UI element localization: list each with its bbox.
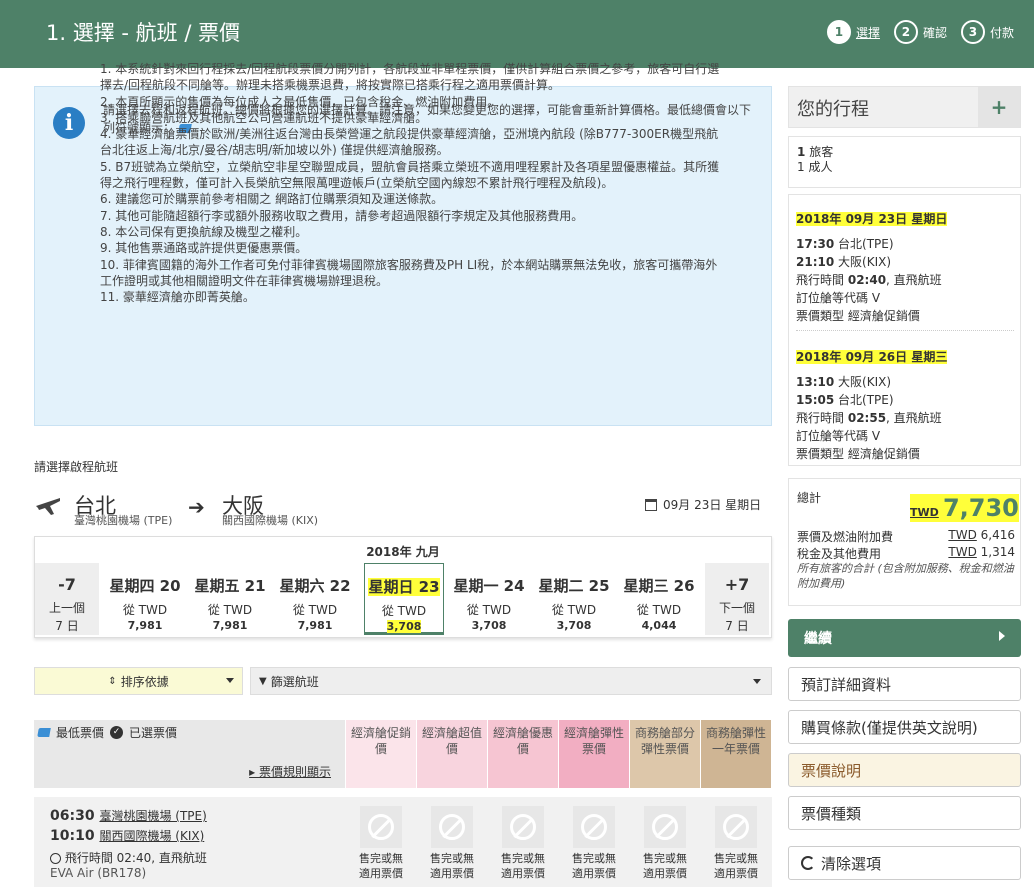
- lowest-price-tag-icon: [37, 728, 51, 737]
- unavailable-icon: [723, 814, 749, 840]
- page-title: 1. 選擇 - 航班 / 票價: [46, 21, 241, 45]
- itinerary-title: 您的行程: [797, 99, 869, 120]
- info-item[interactable]: 6. 建議您可於購票前參考相關之 網路訂位購票須知及運送條款。: [100, 191, 720, 207]
- fare-column-header: 商務艙彈性一年票價: [701, 720, 771, 788]
- date-option[interactable]: 星期二 25 從 TWD 3,708: [534, 563, 614, 635]
- step-payment: 3 付款: [960, 20, 1014, 44]
- fare-column-header: 經濟艙促銷價: [346, 720, 416, 788]
- plane-icon: [36, 498, 60, 515]
- selected-date: 09月 23日 星期日: [645, 496, 761, 513]
- unavailable-icon: [652, 814, 678, 840]
- expand-button[interactable]: +: [978, 87, 1020, 127]
- flight-duration: 飛行時間 02:40, 直飛航班: [50, 849, 207, 866]
- segment-outbound: 2018年 09月 23日 星期日 17:30 台北(TPE) 21:10 大阪…: [796, 212, 948, 323]
- step-confirm: 2 確認: [893, 20, 947, 44]
- date-option-selected[interactable]: 星期日 23 從 TWD 3,708: [364, 563, 444, 635]
- refresh-icon: [801, 856, 815, 870]
- info-item: 2. 本頁所顯示的售價為每位成人之最低售價，已包含稅金、燃油附加費用。: [100, 94, 500, 109]
- info-item: 3. 搭乘聯營航班及其他航空公司營運航班不提供豪華經濟艙。: [100, 110, 428, 125]
- date-option[interactable]: 星期四 20 從 TWD 7,981: [105, 563, 185, 635]
- info-item: 1. 本系統針對來回行程採去/回程航段票價分開列計，各航段並非單程票價，僅供計算…: [100, 62, 720, 93]
- fare-column-header: 經濟艙超值價: [417, 720, 487, 788]
- info-icon: i: [53, 107, 85, 139]
- segment-date: 2018年 09月 23日 星期日: [796, 212, 948, 226]
- filter-icon: ▼: [259, 675, 267, 687]
- fare-cell-soldout: 售完或無 適用票價: [352, 806, 410, 887]
- chevron-right-icon: [999, 631, 1005, 641]
- tax-line: 稅金及其他費用 TWD 1,314: [797, 545, 1015, 561]
- check-icon: ✓: [110, 726, 124, 739]
- sort-icon: ⇕: [108, 675, 117, 687]
- passenger-summary: 1 旅客 1 成人: [788, 136, 1021, 188]
- arrival: 10:10 關西國際機場 (KIX): [50, 828, 205, 844]
- fare-legend: 最低票價 ✓ 已選票價: [37, 724, 177, 741]
- fare-rules-link[interactable]: ▸ 票價規則顯示: [249, 763, 331, 780]
- header-bar: 1. 選擇 - 航班 / 票價 1 選擇 2 確認 3 付款: [0, 0, 1034, 68]
- origin-airport: 臺灣桃園機場 (TPE): [74, 514, 173, 527]
- booking-details-link[interactable]: 預訂詳細資料: [788, 667, 1021, 701]
- segment-date: 2018年 09月 26日 星期三: [796, 350, 948, 364]
- date-option[interactable]: 星期一 24 從 TWD 3,708: [449, 563, 529, 635]
- outbound-prompt: 請選擇啟程航班: [34, 460, 119, 474]
- clock-icon: [50, 853, 61, 864]
- fare-cell-soldout: 售完或無 適用票價: [707, 806, 765, 887]
- total-label: 總計: [797, 491, 822, 505]
- fare-types-link[interactable]: 票價種類: [788, 796, 1021, 830]
- info-item: 9. 其他售票通路或許提供更優惠票價。: [100, 241, 308, 256]
- fare-explanation-link[interactable]: 票價說明: [788, 753, 1021, 787]
- info-list: 1. 本系統針對來回行程採去/回程航段票價分開列計，各航段並非單程票價，僅供計算…: [100, 61, 720, 305]
- total-note: 所有旅客的合計 (包含附加服務、稅金和燃油附加費用): [797, 562, 1014, 590]
- sort-dropdown[interactable]: ⇕ 排序依據: [34, 667, 243, 695]
- unavailable-icon: [439, 814, 465, 840]
- calendar-icon: [645, 498, 657, 511]
- segment-return: 2018年 09月 26日 星期三 13:10 大阪(KIX) 15:05 台北…: [796, 350, 948, 461]
- fare-legend-panel: 最低票價 ✓ 已選票價 ▸ 票價規則顯示: [34, 720, 345, 788]
- plus-icon: +: [990, 95, 1008, 119]
- info-item: 11. 豪華經濟艙亦即菁英艙。: [100, 290, 255, 305]
- info-item: 10. 菲律賓國籍的海外工作者可免付菲律賓機場國際旅客服務費及PH LI稅，於本…: [100, 257, 718, 288]
- info-item: 4. 豪華經濟艙票價於歐洲/美洲往返台灣由長榮營運之航段提供豪華經濟艙，亞洲境內…: [100, 127, 719, 158]
- info-item: 5. B7班號為立榮航空，立榮航空非星空聯盟成員，盟航會員搭乘立榮班不適用哩程累…: [100, 159, 720, 191]
- chevron-down-icon: [226, 678, 234, 683]
- info-item[interactable]: 7. 其他可能隨超額行李或額外服務收取之費用，請參考超過限額行李規定及其他服務費…: [100, 208, 720, 224]
- next-week-button[interactable]: +7 下一個 7 日: [705, 563, 769, 635]
- purchase-terms-link[interactable]: 購買條款(僅提供英文說明): [788, 710, 1021, 744]
- departure: 06:30 臺灣桃園機場 (TPE): [50, 808, 207, 824]
- info-item: 8. 本公司保有更換航線及機型之權利。: [100, 224, 308, 239]
- fare-column-header: 經濟艙彈性票價: [559, 720, 629, 788]
- unavailable-icon: [581, 814, 607, 840]
- unavailable-icon: [510, 814, 536, 840]
- fare-cell-soldout: 售完或無 適用票價: [565, 806, 623, 887]
- prev-week-button[interactable]: -7 上一個 7 日: [35, 563, 99, 635]
- fare-fuel-line: 票價及燃油附加費 TWD 6,416: [797, 528, 1015, 544]
- segment-divider: [796, 330, 1014, 331]
- date-option[interactable]: 星期三 26 從 TWD 4,044: [619, 563, 699, 635]
- fare-cell-soldout: 售完或無 適用票價: [494, 806, 552, 887]
- clear-selection-button[interactable]: 清除選項: [788, 846, 1021, 880]
- fare-column-header: 經濟艙優惠價: [488, 720, 558, 788]
- date-option[interactable]: 星期六 22 從 TWD 7,981: [275, 563, 355, 635]
- date-option[interactable]: 星期五 21 從 TWD 7,981: [190, 563, 270, 635]
- arrow-right-icon: ➔: [188, 495, 205, 519]
- fare-cell-soldout: 售完或無 適用票價: [636, 806, 694, 887]
- chevron-down-icon: [753, 679, 761, 684]
- carousel-month: 2018年 九月: [366, 545, 440, 559]
- filter-dropdown[interactable]: ▼ 篩選航班: [250, 667, 772, 695]
- fare-cell-soldout: 售完或無 適用票價: [423, 806, 481, 887]
- fare-column-header: 商務艙部分彈性票價: [630, 720, 700, 788]
- itinerary-header: 您的行程 +: [788, 86, 1021, 128]
- date-carousel: 2018年 九月 -7 上一個 7 日 星期四 20 從 TWD 7,981 星…: [34, 536, 772, 638]
- total-amount: TWD 7,730: [910, 494, 1019, 522]
- unavailable-icon: [368, 814, 394, 840]
- continue-button[interactable]: 繼續: [788, 619, 1021, 657]
- step-indicator: 1 選擇 2 確認 3 付款: [826, 20, 1014, 44]
- carrier: EVA Air (BR178): [50, 866, 147, 880]
- step-select: 1 選擇: [826, 20, 880, 44]
- destination-airport: 關西國際機場 (KIX): [222, 514, 319, 527]
